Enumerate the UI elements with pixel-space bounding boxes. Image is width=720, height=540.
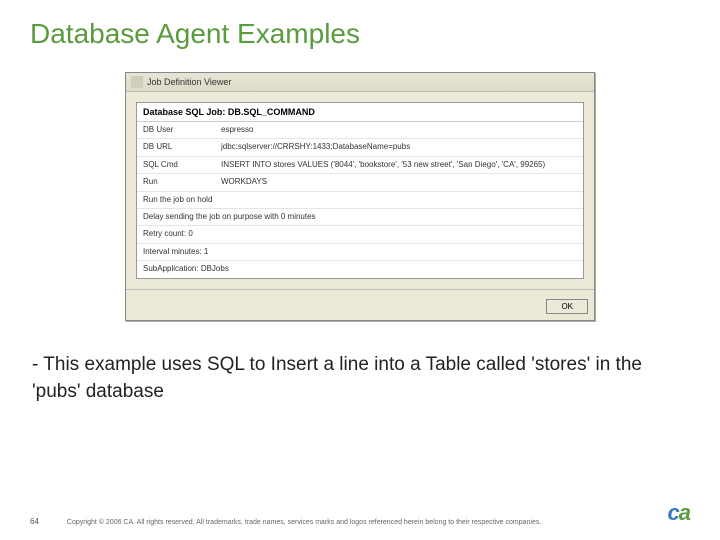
table-row: DB User espresso <box>137 122 583 139</box>
row-full: Interval minutes: 1 <box>137 244 214 260</box>
ca-logo: ca <box>668 500 691 526</box>
window-body: Database SQL Job: DB.SQL_COMMAND DB User… <box>126 92 594 289</box>
logo-letter-c: c <box>668 500 679 525</box>
table-row: Interval minutes: 1 <box>137 244 583 261</box>
copyright-text: Copyright © 2006 CA. All rights reserved… <box>39 519 668 526</box>
window-titlebar: Job Definition Viewer <box>126 73 594 92</box>
app-icon <box>131 76 143 88</box>
row-label: DB User <box>137 122 217 138</box>
content-panel: Database SQL Job: DB.SQL_COMMAND DB User… <box>136 102 584 279</box>
row-full: Retry count: 0 <box>137 226 199 242</box>
row-full: SubApplication: DBJobs <box>137 261 235 277</box>
footer: 64 Copyright © 2006 CA. All rights reser… <box>30 500 690 526</box>
table-row: Retry count: 0 <box>137 226 583 243</box>
bullet-body: This example uses SQL to Insert a line i… <box>32 354 642 403</box>
row-value: INSERT INTO stores VALUES ('8044', 'book… <box>217 157 549 173</box>
table-row: DB URL jdbc:sqlserver://CRRSHY:1433;Data… <box>137 139 583 156</box>
table-row: SQL Cmd INSERT INTO stores VALUES ('8044… <box>137 157 583 174</box>
window-footer: OK <box>126 289 594 320</box>
dialog-window: Job Definition Viewer Database SQL Job: … <box>125 72 595 321</box>
table-row: Run the job on hold <box>137 192 583 209</box>
row-full: Run the job on hold <box>137 192 218 208</box>
table-row: Run WORKDAYS <box>137 174 583 191</box>
table-row: SubApplication: DBJobs <box>137 261 583 277</box>
row-label: Run <box>137 174 217 190</box>
logo-letter-a: a <box>679 500 690 525</box>
panel-body: DB User espresso DB URL jdbc:sqlserver:/… <box>137 122 583 278</box>
bullet-dash: - <box>32 354 43 375</box>
titlebar-text: Job Definition Viewer <box>147 77 231 87</box>
row-full: Delay sending the job on purpose with 0 … <box>137 209 322 225</box>
slide-title: Database Agent Examples <box>0 0 720 50</box>
row-label: DB URL <box>137 139 217 155</box>
screenshot-window: Job Definition Viewer Database SQL Job: … <box>125 72 595 321</box>
bullet-caption: - This example uses SQL to Insert a line… <box>0 321 720 406</box>
row-value: WORKDAYS <box>217 174 271 190</box>
row-label: SQL Cmd <box>137 157 217 173</box>
panel-header: Database SQL Job: DB.SQL_COMMAND <box>137 103 583 122</box>
page-number: 64 <box>30 517 39 526</box>
table-row: Delay sending the job on purpose with 0 … <box>137 209 583 226</box>
row-value: jdbc:sqlserver://CRRSHY:1433;DatabaseNam… <box>217 139 414 155</box>
ok-button[interactable]: OK <box>546 299 588 314</box>
row-value: espresso <box>217 122 257 138</box>
